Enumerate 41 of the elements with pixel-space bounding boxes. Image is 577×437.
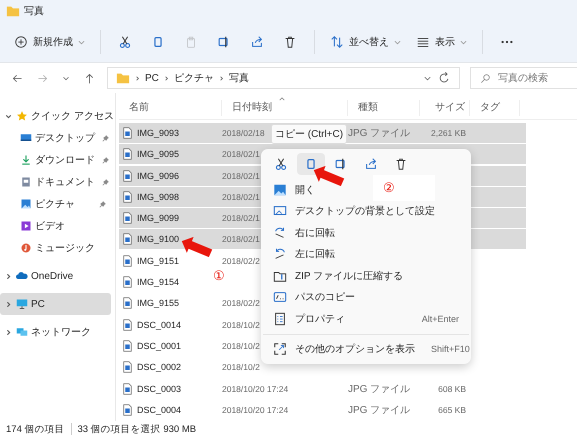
date-cell: 2018/02/1 bbox=[222, 192, 260, 202]
file-name: IMG_9100 bbox=[137, 234, 180, 244]
step-number: ② bbox=[373, 175, 435, 201]
date-cell: 2018/02/18 bbox=[222, 128, 265, 138]
shortcut-text: Shift+F10 bbox=[431, 344, 470, 354]
date-cell: 2018/02/2 bbox=[222, 298, 260, 308]
size-cell: 665 KB bbox=[438, 404, 466, 415]
file-name: IMG_9155 bbox=[137, 298, 180, 308]
step-number: ① bbox=[213, 268, 225, 283]
file-name: DSC_0001 bbox=[137, 340, 182, 351]
file-name: IMG_9095 bbox=[137, 149, 180, 160]
file-name: DSC_0014 bbox=[137, 320, 182, 330]
date-cell: 2018/10/20 17:24 bbox=[222, 404, 288, 415]
type-cell-text: JPG ファイル bbox=[348, 382, 410, 396]
file-name: DSC_0004 bbox=[137, 404, 182, 415]
size-cell: 2,261 KB bbox=[431, 128, 466, 138]
file-name: IMG_9099 bbox=[137, 213, 180, 224]
type-cell-text: JPG ファイル bbox=[348, 127, 410, 140]
date-cell: 2018/02/2 bbox=[222, 256, 260, 266]
date-cell: 2018/10/2 bbox=[222, 340, 260, 351]
file-name: IMG_9154 bbox=[137, 277, 180, 288]
selection-info: 33 個の項目を選択 930 MB bbox=[78, 422, 196, 436]
file-name: IMG_9098 bbox=[137, 192, 180, 202]
file-name: IMG_9096 bbox=[137, 170, 180, 181]
date-cell: 2018/10/2 bbox=[222, 320, 260, 330]
file-name: IMG_9151 bbox=[137, 256, 180, 266]
date-cell: 2018/02/1 bbox=[222, 213, 260, 224]
tooltip: コピー (Ctrl+C) bbox=[271, 124, 348, 144]
type-cell-text: JPG ファイル bbox=[348, 404, 410, 417]
shortcut-text: Alt+Enter bbox=[422, 314, 459, 324]
date-cell: 2018/02/1 bbox=[222, 149, 260, 160]
file-name: DSC_0003 bbox=[137, 384, 182, 394]
size-cell: 608 KB bbox=[438, 384, 466, 394]
date-cell: 2018/10/2 bbox=[222, 362, 260, 372]
item-count: 174 個の項目 bbox=[6, 422, 64, 436]
window-title: 写真 bbox=[24, 4, 44, 18]
date-cell: 2018/02/1 bbox=[222, 234, 260, 244]
date-cell: 2018/02/1 bbox=[222, 170, 260, 181]
file-name: IMG_9093 bbox=[137, 128, 180, 138]
file-name: DSC_0002 bbox=[137, 362, 182, 372]
date-cell: 2018/10/20 17:24 bbox=[222, 384, 288, 394]
